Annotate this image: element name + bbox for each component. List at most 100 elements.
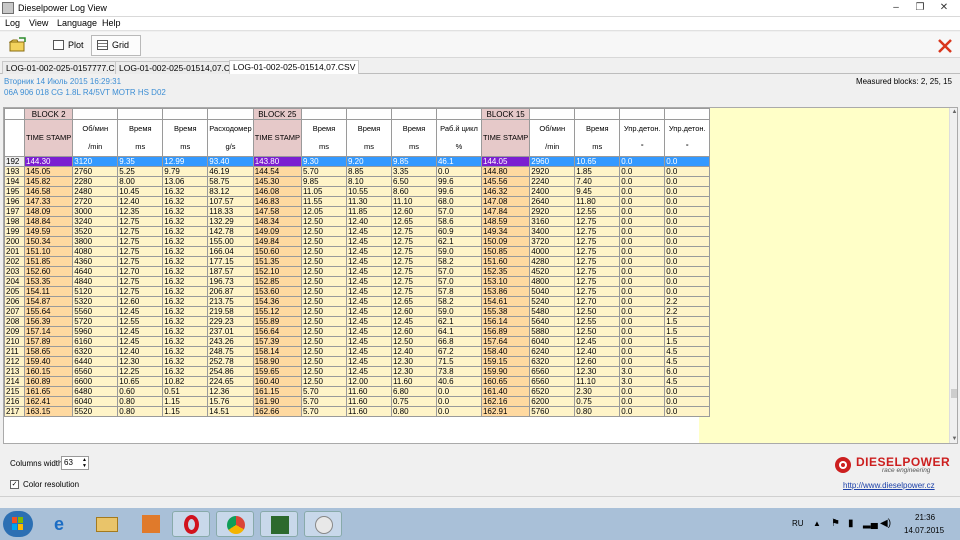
- data-cell[interactable]: 162.66: [252, 406, 302, 417]
- data-cell[interactable]: 12.75: [390, 266, 437, 277]
- data-cell[interactable]: 12.50: [574, 306, 621, 317]
- data-cell[interactable]: 5960: [72, 326, 119, 337]
- data-cell[interactable]: 12.50: [300, 266, 347, 277]
- data-cell[interactable]: 12.75: [574, 266, 621, 277]
- data-cell[interactable]: 12.45: [345, 266, 392, 277]
- clock-time[interactable]: 21:36: [915, 513, 935, 522]
- data-cell[interactable]: 0.0: [619, 166, 666, 177]
- data-cell[interactable]: 6560: [529, 366, 576, 377]
- data-cell[interactable]: 0.0: [619, 296, 666, 307]
- table-row[interactable]: 193 145.05 2760 5.25 9.79 46.19 144.54 5.70 8.85…: [4, 166, 711, 177]
- data-cell[interactable]: 4640: [72, 266, 119, 277]
- data-cell[interactable]: 16.32: [162, 316, 209, 327]
- open-file-button[interactable]: [8, 37, 27, 53]
- data-cell[interactable]: 12.50: [300, 356, 347, 367]
- data-cell[interactable]: 0.0: [619, 316, 666, 327]
- data-cell[interactable]: 12.60: [574, 356, 621, 367]
- data-cell[interactable]: 12.50: [300, 306, 347, 317]
- data-cell[interactable]: 46.1: [435, 156, 482, 167]
- data-cell[interactable]: 4080: [72, 246, 119, 257]
- table-row[interactable]: 215 161.65 6480 0.60 0.51 12.36 161.15 5.70 11.6…: [4, 386, 711, 397]
- data-cell[interactable]: 0.0: [619, 386, 666, 397]
- data-cell[interactable]: 153.35: [23, 276, 74, 287]
- data-cell[interactable]: 0.0: [619, 176, 666, 187]
- column-header[interactable]: Упр.детон. °: [619, 119, 666, 157]
- table-row[interactable]: 205 154.11 5120 12.75 16.32 206.87 153.60 12.50…: [4, 286, 711, 297]
- data-cell[interactable]: 1.5: [664, 316, 711, 327]
- data-cell[interactable]: 12.40: [390, 346, 437, 357]
- data-cell[interactable]: 144.05: [480, 156, 531, 167]
- table-row[interactable]: 202 151.85 4360 12.75 16.32 177.15 151.35 12.50…: [4, 256, 711, 267]
- data-cell[interactable]: 16.32: [162, 356, 209, 367]
- ie-taskbar-icon[interactable]: e: [44, 511, 82, 537]
- data-cell[interactable]: 6320: [72, 346, 119, 357]
- data-cell[interactable]: 12.75: [117, 226, 164, 237]
- data-cell[interactable]: 12.75: [574, 276, 621, 287]
- data-cell[interactable]: 12.00: [345, 376, 392, 387]
- data-cell[interactable]: 62.1: [435, 316, 482, 327]
- data-cell[interactable]: 150.34: [23, 236, 74, 247]
- table-row[interactable]: 201 151.10 4080 12.75 16.32 166.04 150.60 12.50…: [4, 246, 711, 257]
- data-cell[interactable]: 12.45: [345, 306, 392, 317]
- data-cell[interactable]: 143.80: [252, 156, 302, 167]
- data-cell[interactable]: 5120: [72, 286, 119, 297]
- data-cell[interactable]: 58.2: [435, 256, 482, 267]
- data-cell[interactable]: 0.80: [117, 396, 164, 407]
- data-cell[interactable]: 11.80: [574, 196, 621, 207]
- data-cell[interactable]: 213.75: [207, 296, 254, 307]
- data-cell[interactable]: 12.45: [345, 286, 392, 297]
- data-cell[interactable]: 12.75: [574, 256, 621, 267]
- data-cell[interactable]: 224.65: [207, 376, 254, 387]
- data-cell[interactable]: 12.05: [300, 206, 347, 217]
- table-row[interactable]: 197 148.09 3000 12.35 16.32 118.33 147.58 12.05…: [4, 206, 711, 217]
- data-cell[interactable]: 59.0: [435, 246, 482, 257]
- data-cell[interactable]: 12.75: [390, 276, 437, 287]
- data-cell[interactable]: 0.51: [162, 386, 209, 397]
- data-cell[interactable]: 12.45: [117, 326, 164, 337]
- file-tab-1[interactable]: LOG-01-002-025-0157777.CSV: [2, 61, 131, 74]
- data-cell[interactable]: 12.50: [300, 346, 347, 357]
- data-cell[interactable]: 8.00: [117, 176, 164, 187]
- data-cell[interactable]: 6560: [72, 366, 119, 377]
- data-cell[interactable]: 11.10: [574, 376, 621, 387]
- data-cell[interactable]: 5760: [529, 406, 576, 417]
- data-cell[interactable]: 12.75: [117, 246, 164, 257]
- clock-date[interactable]: 14.07.2015: [904, 526, 944, 535]
- data-cell[interactable]: 160.89: [23, 376, 74, 387]
- data-cell[interactable]: 12.45: [345, 326, 392, 337]
- data-cell[interactable]: 5.70: [300, 396, 347, 407]
- data-cell[interactable]: 152.10: [252, 266, 302, 277]
- data-cell[interactable]: 252.78: [207, 356, 254, 367]
- data-cell[interactable]: 3800: [72, 236, 119, 247]
- data-cell[interactable]: 12.50: [300, 296, 347, 307]
- data-cell[interactable]: 153.10: [480, 276, 531, 287]
- menu-log[interactable]: Log: [5, 18, 20, 28]
- close-log-button[interactable]: [936, 37, 954, 55]
- data-cell[interactable]: 68.0: [435, 196, 482, 207]
- data-cell[interactable]: 9.30: [300, 156, 347, 167]
- data-cell[interactable]: 8.10: [345, 176, 392, 187]
- data-cell[interactable]: 145.30: [252, 176, 302, 187]
- data-cell[interactable]: 187.57: [207, 266, 254, 277]
- language-indicator[interactable]: RU: [792, 519, 804, 528]
- data-cell[interactable]: 0.0: [664, 266, 711, 277]
- data-cell[interactable]: 12.45: [574, 336, 621, 347]
- website-link[interactable]: http://www.dieselpower.cz: [843, 481, 935, 490]
- plot-button[interactable]: Plot: [48, 37, 84, 53]
- data-cell[interactable]: 12.25: [117, 366, 164, 377]
- data-cell[interactable]: 6520: [529, 386, 576, 397]
- volume-icon[interactable]: ◀): [880, 518, 891, 529]
- log-view-taskbar-icon[interactable]: [260, 511, 298, 537]
- data-cell[interactable]: 248.75: [207, 346, 254, 357]
- data-cell[interactable]: 0.0: [619, 306, 666, 317]
- data-cell[interactable]: 148.59: [480, 216, 531, 227]
- table-row[interactable]: 216 162.41 6040 0.80 1.15 15.76 161.90 5.70 11.6…: [4, 396, 711, 407]
- data-cell[interactable]: 161.40: [480, 386, 531, 397]
- data-cell[interactable]: 12.45: [345, 316, 392, 327]
- data-cell[interactable]: 5.70: [300, 406, 347, 417]
- column-header[interactable]: Расходомер g/s: [207, 119, 254, 157]
- data-cell[interactable]: 12.70: [574, 296, 621, 307]
- data-cell[interactable]: 2920: [529, 206, 576, 217]
- data-cell[interactable]: 12.50: [390, 336, 437, 347]
- data-cell[interactable]: 159.90: [480, 366, 531, 377]
